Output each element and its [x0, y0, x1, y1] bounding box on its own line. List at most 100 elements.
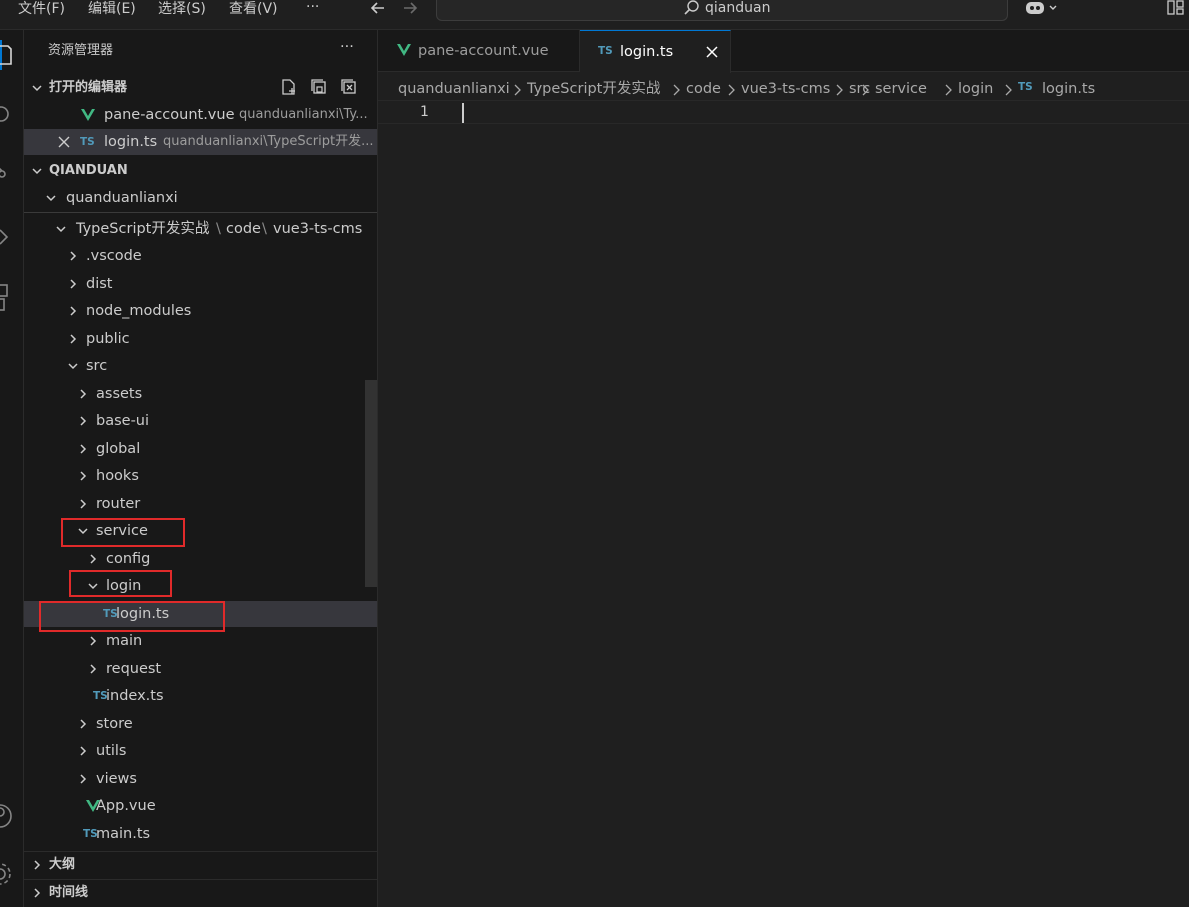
sidebar-title-bar: 资源管理器 ···: [24, 38, 377, 64]
open-editor-name: login.ts: [104, 134, 158, 150]
chevron-right-icon: [80, 746, 87, 756]
tree-folder-item[interactable]: store: [24, 711, 377, 737]
tree-item-label: hooks: [96, 468, 139, 484]
chevron-right-icon: [945, 84, 952, 96]
tree-item-label: main.ts: [96, 826, 151, 842]
timeline-title: 时间线: [49, 885, 89, 900]
tree-file-item[interactable]: TS index.ts: [24, 683, 377, 709]
chevron-right-icon: [90, 636, 97, 646]
tab-pane-account[interactable]: pane-account.vue: [378, 30, 580, 72]
tree-root-folder[interactable]: quanduanlianxi: [24, 185, 377, 211]
outline-header[interactable]: 大纲: [24, 852, 377, 878]
text-cursor: [462, 103, 464, 123]
menu-selection[interactable]: 选择(S): [158, 0, 206, 18]
chevron-right-icon: [862, 84, 869, 96]
tab-label: pane-account.vue: [418, 43, 549, 59]
workspace-header[interactable]: QIANDUAN: [24, 158, 377, 184]
command-center-text: qianduan: [705, 0, 771, 16]
tree-item-label: router: [96, 496, 141, 512]
tree-folder-item[interactable]: assets: [24, 381, 377, 407]
new-untitled-file-icon[interactable]: [280, 78, 298, 96]
tree-item-label: node_modules: [86, 303, 192, 319]
save-all-icon[interactable]: [310, 78, 328, 96]
tree-item-label: assets: [96, 386, 143, 402]
tree-root-label: quanduanlianxi: [66, 190, 178, 206]
workspace-title: QIANDUAN: [49, 163, 128, 178]
editor-area: pane-account.vue TS login.ts quanduanlia…: [378, 30, 1189, 907]
tree-item-label: utils: [96, 743, 127, 759]
tree-folder-item[interactable]: views: [24, 766, 377, 792]
tree-folder-item[interactable]: hooks: [24, 463, 377, 489]
tab-label: login.ts: [620, 44, 674, 60]
compact-path-segment[interactable]: code: [226, 216, 261, 242]
chevron-down-icon: [32, 85, 42, 92]
close-icon[interactable]: [706, 46, 718, 58]
tree-item-label: views: [96, 771, 137, 787]
open-editor-item-active[interactable]: TS login.ts quanduanlianxi\TypeScript开发.…: [24, 129, 377, 155]
chevron-right-icon: [80, 719, 87, 729]
tree-item-label: public: [86, 331, 130, 347]
chevron-right-icon: [836, 84, 843, 96]
source-control-icon[interactable]: [0, 164, 24, 186]
chevron-down-icon: [56, 226, 66, 233]
editor-tab-bar: pane-account.vue TS login.ts: [378, 30, 1189, 73]
menu-more-button[interactable]: ···: [306, 0, 319, 16]
close-icon[interactable]: [58, 136, 70, 148]
tree-file-item[interactable]: App.vue: [24, 793, 377, 819]
tree-folder-item[interactable]: utils: [24, 738, 377, 764]
sidebar-scrollbar-thumb[interactable]: [365, 380, 377, 587]
tree-folder-item[interactable]: src: [24, 353, 377, 379]
open-editor-item[interactable]: pane-account.vue quanduanlianxi\Ty...: [24, 102, 377, 128]
copilot-icon[interactable]: [1024, 0, 1060, 17]
tree-item-label: config: [106, 551, 151, 567]
chevron-right-icon: [34, 888, 41, 898]
compact-path-segment[interactable]: vue3-ts-cms: [273, 216, 362, 242]
layout-toggle-icon[interactable]: [1166, 0, 1186, 17]
tree-folder-item[interactable]: .vscode: [24, 243, 377, 269]
tree-folder-item[interactable]: request: [24, 656, 377, 682]
menu-file[interactable]: 文件(F): [18, 0, 65, 18]
chevron-right-icon: [514, 84, 521, 96]
search-sidebar-icon[interactable]: [0, 104, 24, 126]
account-icon[interactable]: [0, 802, 24, 830]
chevron-right-icon: [80, 499, 87, 509]
open-editors-header[interactable]: 打开的编辑器: [24, 75, 377, 101]
forward-arrow-icon[interactable]: [400, 0, 420, 18]
settings-gear-icon[interactable]: [0, 860, 24, 888]
vue-file-icon: [397, 44, 411, 56]
run-debug-icon[interactable]: [0, 226, 24, 248]
tree-folder-item[interactable]: router: [24, 491, 377, 517]
explorer-sidebar: 资源管理器 ··· 打开的编辑器 pane-account.vue quandu…: [24, 30, 378, 907]
typescript-file-icon: TS: [1018, 81, 1033, 93]
back-arrow-icon[interactable]: [368, 0, 388, 18]
extensions-icon[interactable]: [0, 282, 24, 312]
command-center-search[interactable]: qianduan: [436, 0, 1008, 21]
search-icon: [684, 0, 699, 15]
open-editors-title: 打开的编辑器: [49, 80, 128, 95]
tree-folder-item[interactable]: config: [24, 546, 377, 572]
timeline-header[interactable]: 时间线: [24, 880, 377, 906]
tree-item-label: index.ts: [106, 688, 164, 704]
close-all-editors-icon[interactable]: [340, 78, 358, 96]
tree-folder-item[interactable]: dist: [24, 271, 377, 297]
chevron-right-icon: [80, 471, 87, 481]
menu-edit[interactable]: 编辑(E): [88, 0, 136, 18]
tree-compact-folder[interactable]: TypeScript开发实战 \ code \ vue3-ts-cms: [24, 216, 377, 242]
tree-file-item[interactable]: TS main.ts: [24, 821, 377, 847]
chevron-right-icon: [90, 554, 97, 564]
compact-path-segment[interactable]: TypeScript开发实战: [76, 216, 209, 242]
open-editor-path: quanduanlianxi\TypeScript开发...: [163, 134, 374, 149]
line-number: 1: [420, 104, 429, 120]
menu-view[interactable]: 查看(V): [229, 0, 278, 18]
outline-title: 大纲: [49, 857, 76, 872]
chevron-right-icon: [728, 84, 735, 96]
tree-folder-item[interactable]: public: [24, 326, 377, 352]
explorer-icon[interactable]: [0, 44, 24, 66]
tree-folder-item[interactable]: node_modules: [24, 298, 377, 324]
tree-folder-item[interactable]: base-ui: [24, 408, 377, 434]
sidebar-more-button[interactable]: ···: [340, 38, 354, 60]
typescript-file-icon: TS: [598, 45, 613, 57]
tab-login-ts[interactable]: TS login.ts: [580, 30, 731, 73]
tree-folder-item[interactable]: global: [24, 436, 377, 462]
chevron-right-icon: [80, 389, 87, 399]
